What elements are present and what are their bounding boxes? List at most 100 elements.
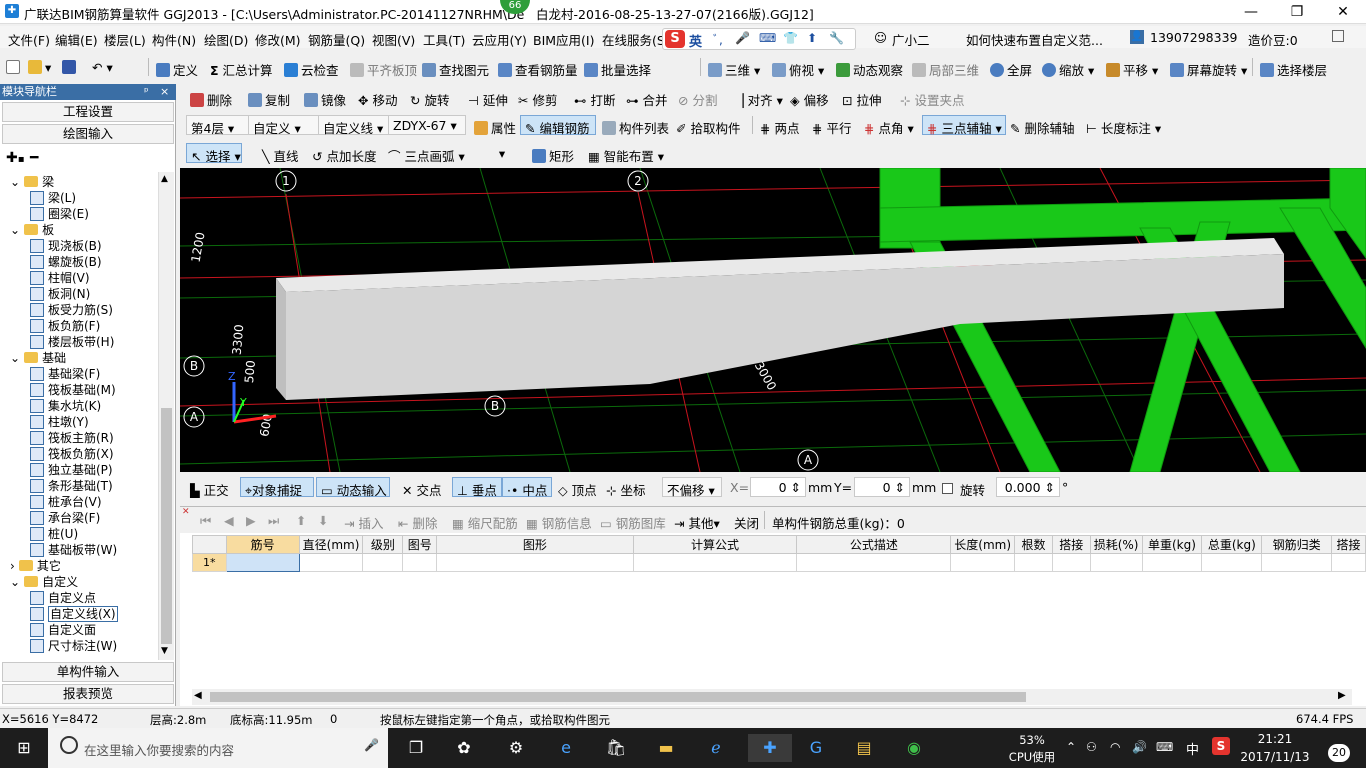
prev-record-icon[interactable]: ◀ [224,513,234,528]
col-header[interactable]: 筋号 [225,535,300,554]
microphone-icon[interactable]: 🎤 [364,738,379,752]
rebar-lib-button[interactable]: ▭ 钢筋图库 [600,513,666,532]
col-header[interactable]: 搭接 [1051,535,1091,554]
taskbar-search[interactable]: 在这里输入你要搜索的内容 🎤 [48,728,388,768]
microphone-icon[interactable]: 🎤 [735,31,750,45]
tree-folder[interactable]: ⌄ 梁 [10,174,54,190]
upload-icon[interactable]: ⬆ [807,31,817,45]
tree-item[interactable]: 板负筋(F) [30,318,100,334]
type-select[interactable]: 自定义 ▾ [248,115,320,136]
smart-layout-button[interactable]: ▦ 智能布置 ▾ [588,146,664,165]
menu-floor[interactable]: 楼层(L) [104,30,146,49]
tree-item[interactable]: 现浇板(B) [30,238,102,254]
3d-viewport[interactable]: 1 2 B B A A 1200 3300 500 600 3000 Z Y [180,168,1366,472]
rotate-checkbox[interactable] [942,483,953,494]
floor-select[interactable]: 第4层 ▾ [186,115,250,136]
view3d-button[interactable]: 三维 ▾ [708,60,760,79]
col-header[interactable]: 损耗(%) [1089,535,1143,554]
menu-rebar[interactable]: 钢筋量(Q) [308,30,365,49]
tree-item[interactable]: 自定义点 [30,590,96,606]
table-cell[interactable] [362,553,404,572]
scroll-down-icon[interactable]: ▼ [161,646,168,656]
y-input[interactable]: 0 ⇕ [854,477,910,497]
other-menu-button[interactable]: ⇥ 其他▾ [674,513,720,532]
col-header[interactable]: 直径(mm) [298,535,364,554]
task-view-icon[interactable]: ❐ [398,734,434,762]
rect-button[interactable]: 矩形 [532,146,574,165]
delete-aux-button[interactable]: ✎ 删除辅轴 [1010,118,1074,137]
help-link[interactable]: 如何快速布置自定义范... [966,30,1103,49]
tree-item[interactable]: 桩(U) [30,526,78,542]
table-scroll-thumb[interactable] [210,692,1026,702]
stretch-button[interactable]: ⊡ 拉伸 [842,90,881,109]
split-button[interactable]: ⊘ 分割 [678,90,717,109]
wifi-icon[interactable]: ◠ [1110,740,1120,754]
rotate-button[interactable]: ↻ 旋转 [410,90,449,109]
table-cell[interactable] [796,553,952,572]
trim-button[interactable]: ✂ 修剪 [518,90,557,109]
tree-scroll-thumb[interactable] [161,408,172,644]
new-file-icon[interactable] [6,60,23,75]
clock-time[interactable]: 21:21 [1244,732,1306,746]
merge-button[interactable]: ⊶ 合并 [626,90,668,109]
tree-item[interactable]: 板受力筋(S) [30,302,113,318]
align-button[interactable]: ▕ 对齐 ▾ [734,90,783,109]
clock-date[interactable]: 2017/11/13 [1240,750,1310,764]
col-header[interactable]: 钢筋归类 [1261,535,1332,554]
intersect-snap-button[interactable]: ✕ 交点 [402,480,441,499]
ime-punct-icon[interactable]: ﾞ, [713,31,723,48]
ime-indicator[interactable]: 中 [1186,739,1199,758]
viewport-canvas[interactable]: 1 2 B B A A 1200 3300 500 600 3000 Z Y [180,168,1366,472]
copy-button[interactable]: 复制 [248,90,290,109]
col-header[interactable]: 图号 [402,535,438,554]
select-floor-button[interactable]: 选择楼层 [1260,60,1327,79]
zoom-button[interactable]: 缩放 ▾ [1042,60,1094,79]
tree-folder[interactable]: › 其它 [10,558,61,574]
tree-item[interactable]: 独立基础(P) [30,462,113,478]
component-select[interactable]: ZDYX-67 ▾ [388,115,466,135]
rebar-delete-button[interactable]: ⇤ 删除 [398,513,437,532]
mirror-button[interactable]: 镜像 [304,90,346,109]
view-rebar-button[interactable]: 查看钢筋量 [498,60,578,79]
ime-lang[interactable]: 英 [689,31,702,50]
two-point-button[interactable]: ⋕ 两点 [760,118,799,137]
tree-item[interactable]: 筏板基础(M) [30,382,116,398]
cloud-check-button[interactable]: 云检查 [284,60,339,79]
keyboard-icon[interactable]: ⌨ [759,31,776,45]
tool-icon[interactable]: 🔧 [829,31,844,45]
tree-item[interactable]: 基础板带(W) [30,542,117,558]
tree-item[interactable]: 承台梁(F) [30,510,100,526]
col-header[interactable]: 单重(kg) [1141,535,1203,554]
ie-browser-icon[interactable]: ℯ [698,734,734,762]
expand-toggle-icon[interactable]: ⌄ [10,175,20,189]
undo-icon[interactable]: ↶ ▾ [92,60,113,75]
volume-icon[interactable]: 🔊 [1132,740,1147,754]
rotate-input[interactable]: 0.000 ⇕ [996,477,1060,497]
next-record-icon[interactable]: ▶ [246,513,256,528]
expand-toggle-icon[interactable]: ⌄ [10,223,20,237]
tree-item[interactable]: 集水坑(K) [30,398,101,414]
expand-all-icon[interactable]: ✚▪ [6,150,25,166]
keyboard-icon[interactable]: ⌨ [1156,740,1173,754]
tray-expand-icon[interactable]: ⌃ [1066,740,1076,754]
skin-icon[interactable]: 👕 [783,31,798,45]
glodon-app-icon[interactable]: ✚ [748,734,792,762]
table-cell[interactable] [225,553,300,572]
menu-edit[interactable]: 编辑(E) [55,30,98,49]
menu-modify[interactable]: 修改(M) [255,30,301,49]
x-input[interactable]: 0 ⇕ [750,477,806,497]
perpendicular-snap-button[interactable]: ⊥ 垂点 [452,477,502,498]
people-icon[interactable]: ⚇ [1086,740,1097,754]
minimize-button[interactable]: — [1228,0,1274,24]
col-header[interactable]: 长度(mm) [950,535,1016,554]
expand-toggle-icon[interactable]: ⌄ [10,351,20,365]
tree-item[interactable]: 自定义线(X) [30,606,118,622]
col-header[interactable]: 总重(kg) [1201,535,1263,554]
tree-item[interactable]: 板洞(N) [30,286,90,302]
set-pivot-button[interactable]: ⊹ 设置夹点 [900,90,964,109]
offset-button[interactable]: ◈ 偏移 [790,90,829,109]
sogou-icon[interactable]: S [665,30,685,48]
rebar-info-button[interactable]: ▦ 钢筋信息 [526,513,592,532]
move-button[interactable]: ✥ 移动 [358,90,397,109]
table-cell[interactable] [402,553,438,572]
